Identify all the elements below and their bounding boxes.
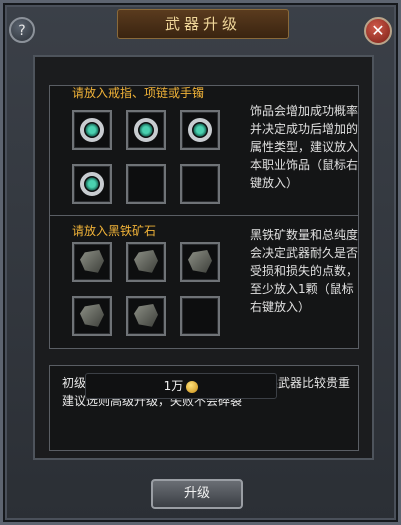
upgrade-button-label: 升级 [183, 486, 210, 501]
jade-ring-icon [80, 172, 104, 196]
title-bar: 武器升级 [33, 9, 373, 39]
ring-slot[interactable] [180, 110, 220, 150]
help-icon: ? [18, 23, 26, 39]
cost-amount: 1万 [163, 379, 184, 393]
ring-slot[interactable] [72, 110, 112, 150]
close-icon: ✕ [371, 21, 385, 40]
close-button[interactable]: ✕ [364, 17, 392, 45]
empty-slot[interactable] [180, 164, 220, 204]
ring-section-label: 请放入戒指、项链或手镯 [72, 86, 205, 100]
upgrade-button[interactable]: 升级 [151, 479, 243, 509]
ore-slot[interactable] [72, 242, 112, 282]
window-title: 武器升级 [117, 9, 289, 39]
ore-section-description: 黑铁矿数量和总纯度会决定武器耐久是否受损和损失的点数，至少放入1颗（鼠标右键放入… [250, 228, 359, 314]
ring-section: 请放入戒指、项链或手镯 饰品会增加成功概率并决定成功后增加的属性类型，建议放入本… [49, 85, 359, 217]
weapon-upgrade-window: 武器升级 ? ✕ 请放入戒指、项链或手镯 饰品会增加成功概率并决定成功后增加的属… [0, 0, 401, 525]
ring-section-description: 饰品会增加成功概率并决定成功后增加的属性类型，建议放入本职业饰品（鼠标右键放入） [250, 104, 359, 190]
upgrade-content: 请放入戒指、项链或手镯 饰品会增加成功概率并决定成功后增加的属性类型，建议放入本… [33, 55, 374, 460]
ore-section-label: 请放入黑铁矿石 [72, 224, 157, 238]
ore-slot[interactable] [180, 242, 220, 282]
black-iron-ore-icon [134, 304, 158, 327]
help-button[interactable]: ? [9, 17, 35, 43]
jade-ring-icon [80, 118, 104, 142]
ore-section: 请放入黑铁矿石 黑铁矿数量和总纯度会决定武器耐久是否受损和损失的点数，至少放入1… [49, 215, 359, 349]
empty-slot[interactable] [126, 164, 166, 204]
black-iron-ore-icon [80, 304, 104, 327]
jade-ring-icon [134, 118, 158, 142]
ring-slot[interactable] [72, 164, 112, 204]
black-iron-ore-icon [134, 250, 158, 273]
ore-slot[interactable] [72, 296, 112, 336]
ore-slot[interactable] [126, 296, 166, 336]
empty-slot[interactable] [180, 296, 220, 336]
gold-coin-icon [186, 380, 199, 393]
black-iron-ore-icon [188, 250, 212, 273]
ring-slot[interactable] [126, 110, 166, 150]
cost-display: 1万 [85, 373, 277, 399]
jade-ring-icon [188, 118, 212, 142]
ore-slot[interactable] [126, 242, 166, 282]
black-iron-ore-icon [80, 250, 104, 273]
